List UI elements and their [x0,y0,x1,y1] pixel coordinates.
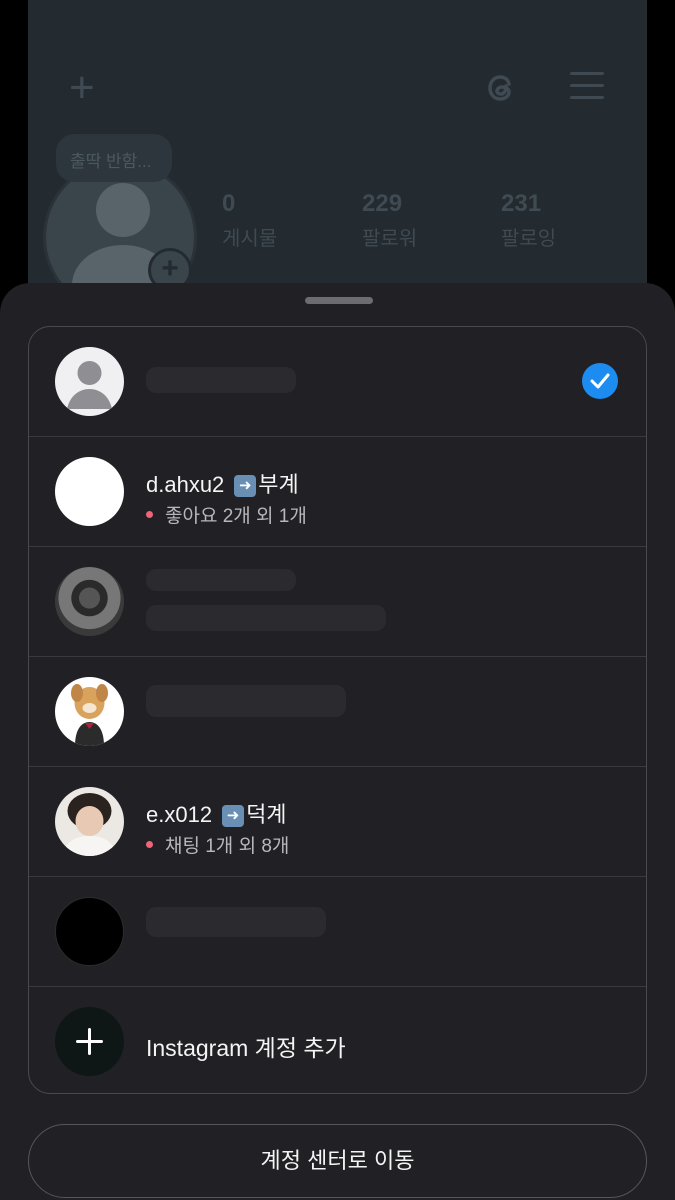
threads-icon[interactable] [483,70,519,106]
sheet-drag-handle[interactable] [305,297,373,304]
plus-icon [55,1007,124,1076]
notification-dot-icon [146,511,153,518]
add-account-label: Instagram 계정 추가 [146,1035,346,1061]
account-name: d.ahxu2 ➜ 부계 [146,472,299,497]
account-row[interactable] [29,657,646,767]
add-account-row[interactable]: Instagram 계정 추가 [29,987,646,1093]
stat-following[interactable]: 231 팔로잉 [501,190,556,251]
account-list: d.ahxu2 ➜ 부계 좋아요 2개 외 1개 e.x012 ➜ 덕계 채팅 … [28,326,647,1094]
right-arrow-emoji-icon: ➜ [234,475,257,497]
account-row-current[interactable] [29,327,646,437]
create-plus-icon[interactable]: + [69,66,95,110]
account-center-button[interactable]: 계정 센터로 이동 [28,1124,647,1198]
obscured-activity [146,605,386,631]
account-row[interactable]: d.ahxu2 ➜ 부계 좋아요 2개 외 1개 [29,437,646,547]
account-name: e.x012 ➜ 덕계 [146,802,287,827]
menu-icon[interactable] [570,72,604,102]
obscured-username [146,569,296,591]
right-arrow-emoji-icon: ➜ [222,805,245,827]
account-activity: 좋아요 2개 외 1개 [146,501,307,528]
avatar [55,897,124,966]
avatar [55,787,124,856]
account-row[interactable]: e.x012 ➜ 덕계 채팅 1개 외 8개 [29,767,646,877]
account-row[interactable] [29,877,646,987]
avatar [55,457,124,526]
obscured-username [146,367,296,393]
obscured-username [146,685,346,717]
account-activity: 채팅 1개 외 8개 [146,831,289,858]
account-row[interactable] [29,547,646,657]
default-avatar-icon [55,347,124,416]
profile-screen-background: + 출딱 반함... + 0 게시물 229 팔로워 231 팔로잉 [28,0,647,320]
avatar [55,567,124,636]
profile-note: 출딱 반함... [56,134,172,182]
stat-followers[interactable]: 229 팔로워 [362,190,417,251]
account-switcher-sheet: d.ahxu2 ➜ 부계 좋아요 2개 외 1개 e.x012 ➜ 덕계 채팅 … [0,283,675,1200]
stat-posts: 0 게시물 [222,190,278,250]
notification-dot-icon [146,841,153,848]
obscured-username [146,907,326,937]
avatar [55,677,124,746]
selected-check-icon [582,363,618,399]
